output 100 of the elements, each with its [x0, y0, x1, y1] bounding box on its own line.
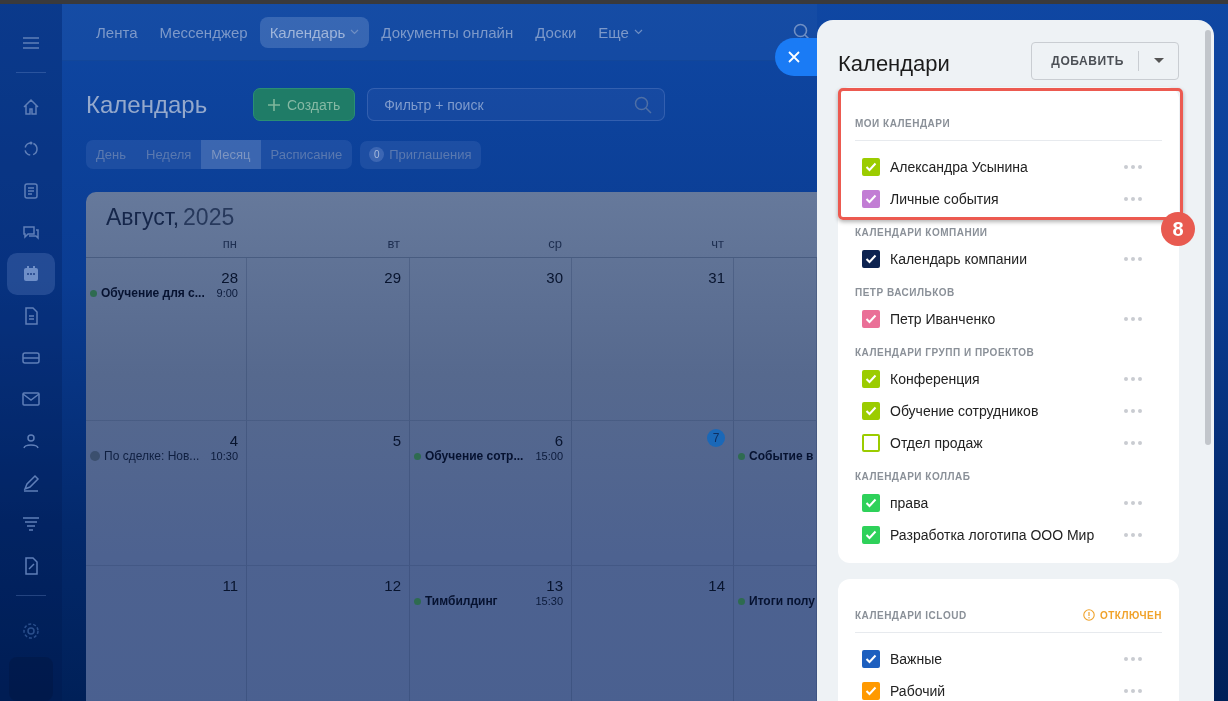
document-icon[interactable]: [21, 180, 41, 201]
nav-tab[interactable]: Календарь: [259, 16, 370, 48]
nav-tab[interactable]: Документы онлайн: [371, 16, 524, 48]
nav-tab[interactable]: Мессенджер: [149, 16, 258, 48]
event-dot: [90, 289, 97, 297]
caret-icon[interactable]: [1154, 58, 1164, 64]
more-icon[interactable]: [1124, 317, 1142, 321]
weekday-label: пн: [86, 232, 247, 258]
weekday-label: вт: [247, 232, 410, 258]
event-dot: [414, 452, 421, 460]
month-title: Август,: [106, 204, 180, 230]
more-icon[interactable]: [1124, 441, 1142, 445]
day-number: 4: [229, 432, 238, 449]
checkmark-icon: [865, 374, 877, 384]
event-time: 15:00: [535, 450, 563, 462]
event-dot: [738, 452, 745, 460]
day-number: 30: [546, 269, 563, 286]
settings-icon[interactable]: [21, 620, 41, 641]
event-time: 9:00: [216, 287, 238, 299]
view-tab[interactable]: День: [86, 140, 136, 169]
calendar-name: Обучение сотрудников: [890, 403, 1040, 419]
checkbox[interactable]: [862, 190, 880, 208]
more-icon[interactable]: [1124, 257, 1142, 261]
calendar-name: Александра Усынина: [890, 159, 1029, 175]
checkbox[interactable]: [862, 370, 880, 388]
day-number: 31: [708, 269, 725, 286]
event-title[interactable]: По сделке: Нов...: [104, 449, 200, 463]
section-heading: МОИ КАЛЕНДАРИ: [855, 117, 951, 129]
checkmark-icon: [865, 530, 877, 540]
event-title[interactable]: Итоги полу: [749, 594, 815, 608]
calendar-name: Разработка логотипа ООО Мир: [890, 527, 1096, 543]
day-number: 11: [222, 577, 238, 594]
section-heading: ПЕТР ВАСИЛЬКОВ: [855, 286, 955, 298]
event-title[interactable]: Тимбилдинг: [425, 594, 498, 608]
day-number: 5: [392, 432, 401, 449]
event-dot: [738, 597, 745, 605]
day-number: 14: [708, 577, 725, 594]
more-icon[interactable]: [1124, 377, 1142, 381]
year-title: 2025: [183, 204, 235, 230]
day-number: 28: [221, 269, 238, 286]
event-dot: [414, 597, 421, 605]
warning-icon: [1082, 609, 1095, 621]
checkbox[interactable]: [862, 494, 880, 512]
checkbox[interactable]: [862, 434, 880, 452]
home-icon[interactable]: [21, 97, 41, 118]
checkmark-icon: [865, 686, 877, 696]
scrollbar[interactable]: [1205, 30, 1211, 445]
checkbox[interactable]: [862, 526, 880, 544]
day-number: 13: [546, 577, 563, 594]
invitations-button[interactable]: 0 Приглашения: [360, 140, 482, 169]
deal-icon: [90, 451, 100, 461]
checkmark-icon: [865, 162, 877, 172]
checkbox[interactable]: [862, 250, 880, 268]
more-icon[interactable]: [1124, 409, 1142, 413]
more-icon[interactable]: [1124, 501, 1142, 505]
calendar-name: Конференция: [890, 371, 981, 387]
sidebar-item[interactable]: [7, 253, 55, 295]
more-icon[interactable]: [1124, 689, 1142, 693]
nav-tab[interactable]: Доски: [525, 16, 587, 48]
calendar-name: права: [890, 495, 930, 511]
checkbox[interactable]: [862, 310, 880, 328]
calendar-name: Отдел продаж: [890, 435, 984, 451]
section-heading: КАЛЕНДАРИ ICLOUD: [855, 609, 967, 621]
checkbox[interactable]: [862, 158, 880, 176]
more-icon[interactable]: [1124, 657, 1142, 661]
checkmark-icon: [865, 254, 877, 264]
status-label: ОТКЛЮЧЕН: [1099, 609, 1162, 621]
view-tab[interactable]: Расписание: [260, 140, 353, 169]
checkmark-icon: [865, 498, 877, 508]
event-time: 10:30: [210, 450, 238, 462]
nav-tab[interactable]: Лента: [86, 16, 148, 48]
calendar-name: Важные: [890, 651, 944, 667]
event-title[interactable]: Обучение сотр...: [425, 449, 524, 463]
calendar-name: Рабочий: [890, 683, 947, 699]
today-marker: 7: [707, 429, 725, 447]
panel-title: Календари: [838, 51, 950, 77]
create-button[interactable]: Создать: [253, 88, 356, 121]
more-icon[interactable]: [1124, 197, 1142, 201]
checkmark-icon: [865, 654, 877, 664]
weekday-label: чт: [572, 232, 734, 258]
search-icon[interactable]: [793, 23, 811, 41]
pen-icon[interactable]: [21, 472, 41, 493]
view-tab[interactable]: Месяц: [201, 140, 261, 169]
checkbox[interactable]: [862, 402, 880, 420]
checkbox[interactable]: [862, 650, 880, 668]
section-heading: КАЛЕНДАРИ КОЛЛАБ: [855, 470, 971, 482]
add-button[interactable]: ДОБАВИТЬ: [1031, 42, 1179, 80]
day-number: 6: [554, 432, 563, 449]
more-icon[interactable]: [1124, 533, 1142, 537]
nav-tab[interactable]: Еще: [588, 16, 653, 48]
event-title[interactable]: Событие в: [749, 449, 814, 463]
event-title[interactable]: Обучение для с...: [101, 286, 205, 300]
plus-icon: [268, 98, 280, 111]
checkmark-icon: [865, 314, 877, 324]
calendar-name: Календарь компании: [890, 251, 1028, 267]
calendar-name: Петр Иванченко: [890, 311, 997, 327]
checkbox[interactable]: [862, 682, 880, 700]
close-button[interactable]: [775, 38, 817, 76]
view-tab[interactable]: Неделя: [136, 140, 202, 169]
more-icon[interactable]: [1124, 165, 1142, 169]
